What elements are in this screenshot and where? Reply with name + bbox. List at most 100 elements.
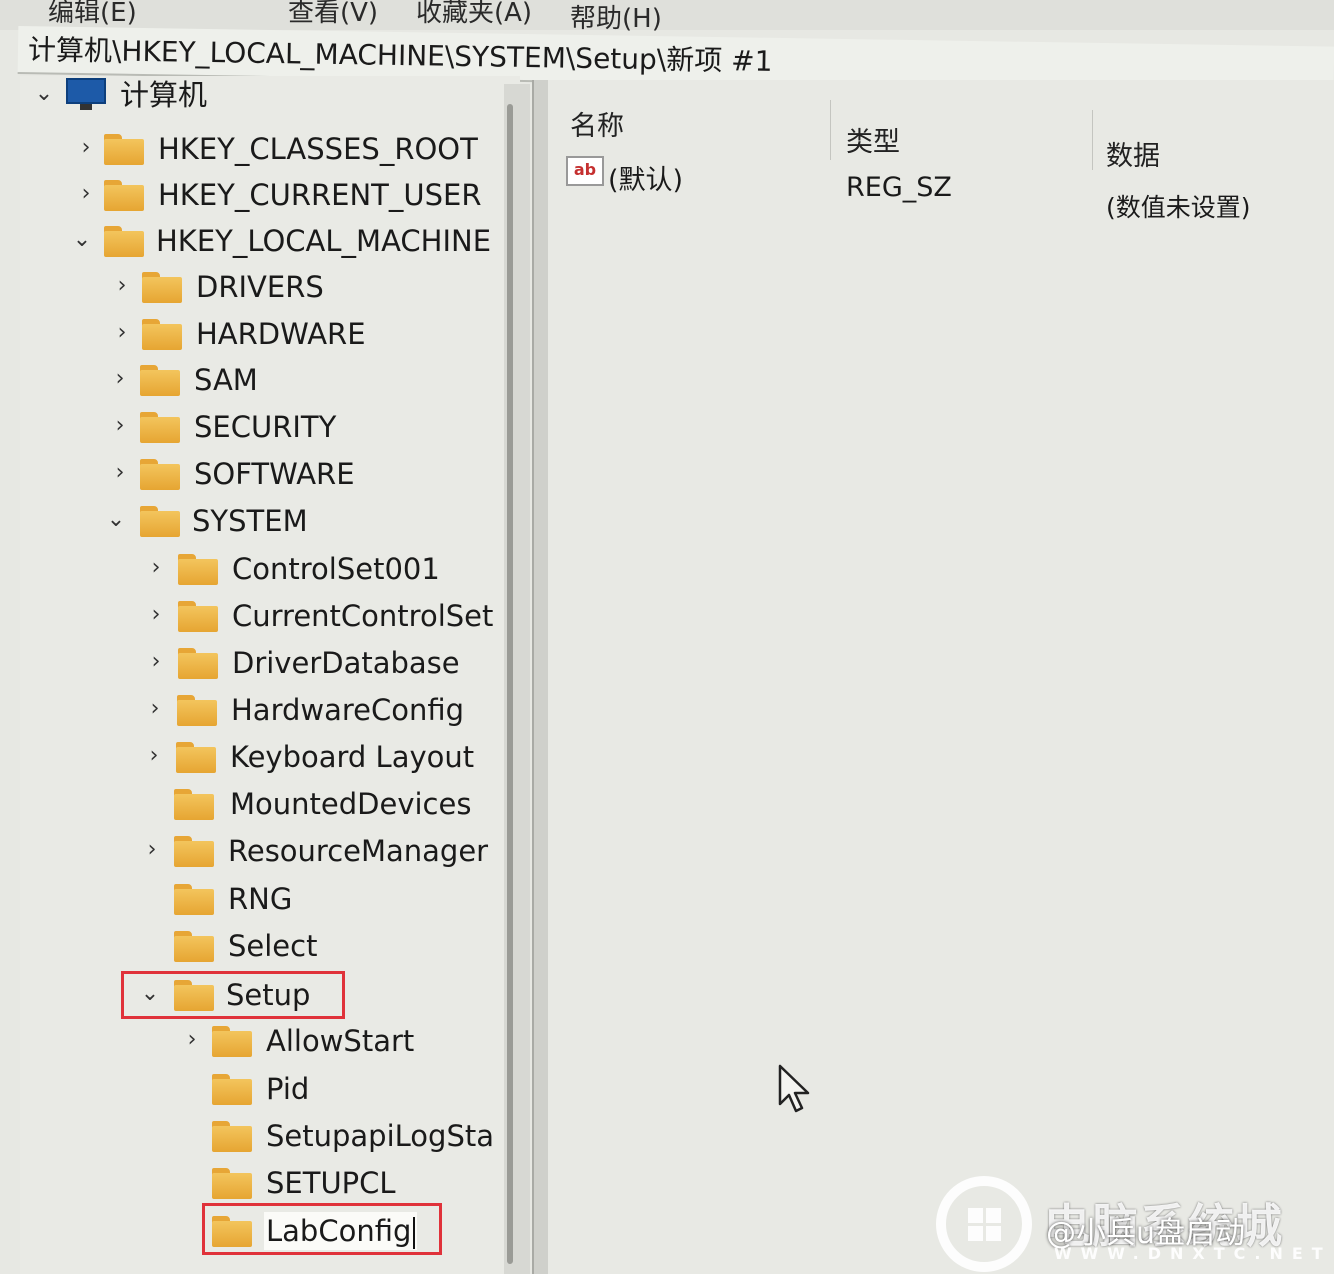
tree-node-hardware[interactable]: › HARDWARE xyxy=(112,315,502,355)
watermark-logo-icon xyxy=(936,1176,1032,1272)
folder-icon xyxy=(178,648,218,679)
tree-node-label: DRIVERS xyxy=(196,270,324,304)
pane-splitter[interactable] xyxy=(532,80,548,1274)
column-separator[interactable] xyxy=(830,100,831,160)
tree-node-software[interactable]: › SOFTWARE xyxy=(110,455,502,495)
menu-favorites[interactable]: 收藏夹(A) xyxy=(416,0,532,29)
folder-icon xyxy=(104,226,144,257)
tree-node-label: HKEY_CLASSES_ROOT xyxy=(158,132,478,166)
tree-node-keyboard-layout[interactable]: › Keyboard Layout xyxy=(144,738,502,778)
tree-node-label: Pid xyxy=(266,1072,310,1106)
chevron-right-icon[interactable]: › xyxy=(112,321,132,345)
tree-node-label: SETUPCL xyxy=(266,1166,396,1200)
menu-help[interactable]: 帮助(H) xyxy=(570,0,662,35)
setup-highlight-box xyxy=(121,971,345,1019)
computer-icon xyxy=(66,78,106,110)
tree-node-label: HKEY_LOCAL_MACHINE xyxy=(156,224,492,258)
tree-node-label: DriverDatabase xyxy=(232,646,460,680)
tree-node-allowstart[interactable]: › AllowStart xyxy=(182,1022,502,1062)
folder-icon xyxy=(104,180,144,211)
menu-edit[interactable]: 编辑(E) xyxy=(48,0,137,29)
column-header-type[interactable]: 类型 xyxy=(846,120,900,159)
tree-node-computer[interactable]: ⌄ 计算机 xyxy=(34,76,504,116)
tree-node-driverdatabase[interactable]: › DriverDatabase xyxy=(146,644,502,684)
tree-node-setupapilogstatus[interactable]: SetupapiLogSta xyxy=(182,1117,502,1157)
folder-icon xyxy=(212,1121,252,1152)
chevron-right-icon[interactable]: › xyxy=(146,603,166,627)
folder-icon xyxy=(104,134,144,165)
chevron-right-icon[interactable]: › xyxy=(146,650,166,674)
tree-scrollbar[interactable] xyxy=(504,84,530,1274)
value-type: REG_SZ xyxy=(846,172,952,203)
tree-node-system[interactable]: ⌄ SYSTEM xyxy=(106,502,502,542)
labconfig-highlight-box xyxy=(202,1203,442,1255)
tree-node-rng[interactable]: RNG xyxy=(142,880,502,920)
tree-node-currentcontrolset[interactable]: › CurrentControlSet xyxy=(146,597,502,637)
folder-icon xyxy=(212,1168,252,1199)
tree-node-label: SOFTWARE xyxy=(194,457,355,491)
folder-icon xyxy=(212,1026,252,1057)
chevron-right-icon[interactable]: › xyxy=(142,838,162,862)
tree-node-label: CurrentControlSet xyxy=(232,599,494,633)
chevron-down-icon[interactable]: ⌄ xyxy=(34,82,54,106)
tree-node-label: HARDWARE xyxy=(196,317,366,351)
tree-node-hardwareconfig[interactable]: › HardwareConfig xyxy=(145,691,502,731)
chevron-right-icon[interactable]: › xyxy=(144,744,164,768)
folder-icon xyxy=(174,884,214,915)
mouse-cursor-icon xyxy=(778,1064,810,1113)
tree-scrollbar-thumb[interactable] xyxy=(507,104,513,1264)
folder-icon xyxy=(178,554,218,585)
tree-node-label: SYSTEM xyxy=(192,504,308,538)
tree-node-label: AllowStart xyxy=(266,1024,415,1058)
tree-node-label: MountedDevices xyxy=(230,787,472,821)
chevron-right-icon[interactable]: › xyxy=(110,367,130,391)
values-pane[interactable] xyxy=(548,80,1334,1274)
column-header-name[interactable]: 名称 xyxy=(570,104,624,143)
chevron-right-icon[interactable]: › xyxy=(182,1028,202,1052)
folder-icon xyxy=(174,836,214,867)
tree-node-label: Keyboard Layout xyxy=(230,740,475,774)
tree-node-mounteddevices[interactable]: MountedDevices xyxy=(144,785,502,825)
folder-icon xyxy=(212,1074,252,1105)
folder-icon xyxy=(142,272,182,303)
tree-node-label: RNG xyxy=(228,882,293,916)
folder-icon xyxy=(140,365,180,396)
tree-node-setupcl[interactable]: SETUPCL xyxy=(182,1164,502,1204)
chevron-right-icon[interactable]: › xyxy=(112,274,132,298)
chevron-down-icon[interactable]: ⌄ xyxy=(106,508,126,532)
value-name: (默认) xyxy=(608,165,684,196)
column-header-data[interactable]: 数据 xyxy=(1106,134,1160,173)
string-value-icon: ab xyxy=(566,156,604,186)
tree-node-label: HardwareConfig xyxy=(231,693,465,727)
folder-icon xyxy=(174,931,214,962)
tree-node-security[interactable]: › SECURITY xyxy=(110,408,502,448)
value-data: (数值未设置) xyxy=(1106,193,1251,222)
tree-node-sam[interactable]: › SAM xyxy=(110,361,502,401)
chevron-right-icon[interactable]: › xyxy=(146,556,166,580)
chevron-right-icon[interactable]: › xyxy=(76,136,96,160)
folder-icon xyxy=(177,695,217,726)
chevron-right-icon[interactable]: › xyxy=(76,182,96,206)
folder-icon xyxy=(176,742,216,773)
tree-node-pid[interactable]: Pid xyxy=(182,1070,502,1110)
tree-node-hklm[interactable]: ⌄ HKEY_LOCAL_MACHINE xyxy=(72,222,506,262)
watermark: 电脑系统城 @小兵u盘启动 WWW.DNXTC.NET xyxy=(936,1164,1334,1274)
menu-view[interactable]: 查看(V) xyxy=(288,0,378,29)
tree-node-label: SetupapiLogSta xyxy=(266,1119,494,1153)
chevron-right-icon[interactable]: › xyxy=(110,414,130,438)
tree-node-hkcr[interactable]: › HKEY_CLASSES_ROOT xyxy=(76,130,506,170)
tree-node-select[interactable]: Select xyxy=(142,927,502,967)
tree-node-controlset001[interactable]: › ControlSet001 xyxy=(146,550,502,590)
chevron-right-icon[interactable]: › xyxy=(145,697,165,721)
chevron-down-icon[interactable]: ⌄ xyxy=(72,228,92,252)
tree-node-resourcemanager[interactable]: › ResourceManager xyxy=(142,832,502,872)
menu-bar: 编辑(E) 查看(V) 收藏夹(A) 帮助(H) xyxy=(0,0,1334,34)
tree-node-hkcu[interactable]: › HKEY_CURRENT_USER xyxy=(76,176,506,216)
tree-node-label: HKEY_CURRENT_USER xyxy=(158,178,482,212)
folder-icon xyxy=(140,506,180,537)
chevron-right-icon[interactable]: › xyxy=(110,461,130,485)
tree-node-label: ResourceManager xyxy=(228,834,489,868)
column-separator[interactable] xyxy=(1092,110,1093,170)
tree-node-drivers[interactable]: › DRIVERS xyxy=(112,268,502,308)
tree-node-label: SECURITY xyxy=(194,410,337,444)
